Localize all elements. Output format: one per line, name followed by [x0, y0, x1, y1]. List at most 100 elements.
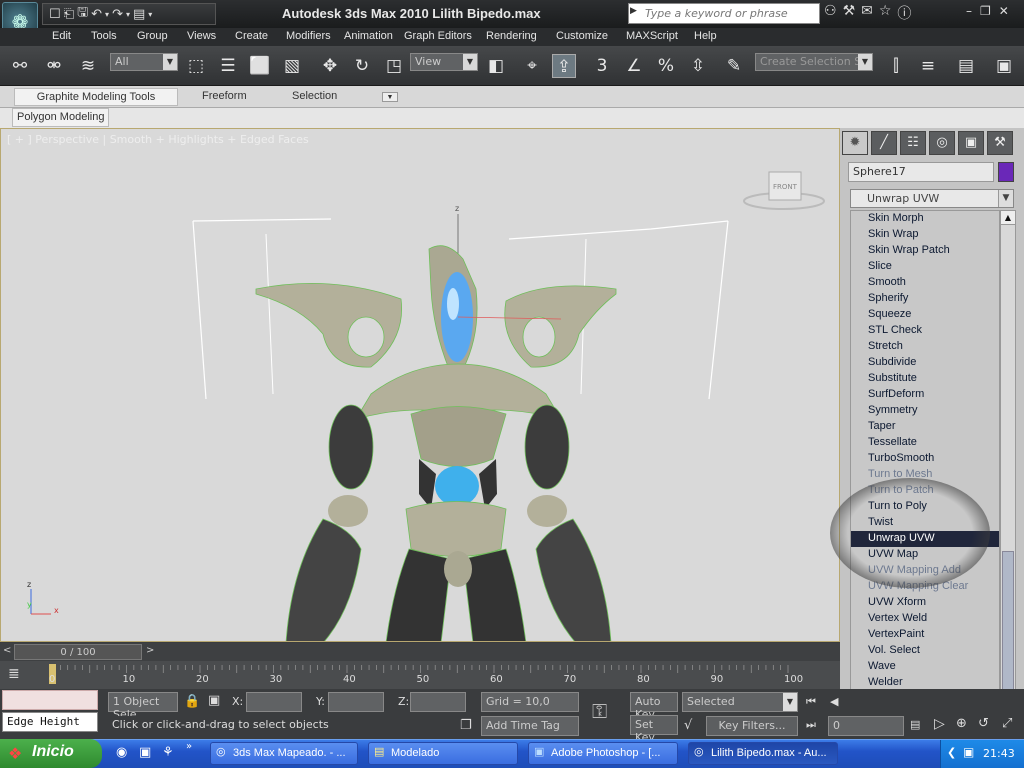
spinner-snap-icon[interactable]: ⇳: [686, 54, 710, 78]
project-folder-icon[interactable]: ▤: [133, 7, 145, 22]
reference-coordinate-dropdown[interactable]: View ▼: [410, 53, 478, 71]
open-file-icon[interactable]: ⎗: [64, 7, 74, 22]
menu-rendering[interactable]: Rendering: [486, 30, 537, 42]
modifier-list-item[interactable]: Skin Wrap: [851, 227, 999, 243]
previous-frame-icon[interactable]: ◀: [830, 695, 838, 708]
x-coordinate-field[interactable]: [246, 692, 302, 712]
tab-freeform[interactable]: Freeform: [194, 88, 255, 106]
modifier-list-item[interactable]: UVW Mapping Add: [851, 563, 999, 579]
menu-animation[interactable]: Animation: [344, 30, 393, 42]
modifier-list-item[interactable]: Turn to Mesh: [851, 467, 999, 483]
binoculars-icon[interactable]: ⚇: [824, 3, 837, 23]
select-and-manipulate-icon[interactable]: ⌖: [520, 54, 544, 78]
modifier-list-item[interactable]: Vertex Weld: [851, 611, 999, 627]
help-icon[interactable]: ⓘ: [897, 3, 911, 23]
menu-views[interactable]: Views: [187, 30, 216, 42]
graphite-toggle-icon[interactable]: ▣: [992, 54, 1016, 78]
modifier-list-item[interactable]: UVW Map: [851, 547, 999, 563]
zoom-icon[interactable]: ⊕: [956, 716, 967, 731]
keyboard-shortcut-override-icon[interactable]: ⇪: [552, 54, 576, 78]
save-icon[interactable]: 🖫: [77, 3, 88, 25]
subscription-icon[interactable]: ⚒: [843, 3, 856, 23]
modifier-list-item[interactable]: Skin Wrap Patch: [851, 243, 999, 259]
set-key-key-icon[interactable]: ⚿: [592, 699, 607, 723]
selection-lock-icon[interactable]: 🔒: [184, 694, 200, 709]
photoshop-quicklaunch-icon[interactable]: ▣: [139, 745, 151, 760]
object-name-field[interactable]: Sphere17: [848, 162, 994, 182]
modifier-list-item[interactable]: VertexPaint: [851, 627, 999, 643]
undo-dropdown-icon[interactable]: ▾: [105, 10, 109, 19]
orbit-icon[interactable]: ↺: [978, 716, 989, 731]
pivot-center-icon[interactable]: ◧: [484, 54, 508, 78]
modifier-list-item[interactable]: Squeeze: [851, 307, 999, 323]
select-object-icon[interactable]: ⬚: [184, 54, 208, 78]
modifier-list-item[interactable]: Turn to Patch: [851, 483, 999, 499]
modifier-list-item[interactable]: STL Check: [851, 323, 999, 339]
redo-dropdown-icon[interactable]: ▾: [126, 10, 130, 19]
menu-modifiers[interactable]: Modifiers: [286, 30, 331, 42]
modifier-list-item[interactable]: Substitute: [851, 371, 999, 387]
window-crossing-icon[interactable]: ▧: [280, 54, 304, 78]
favorites-star-icon[interactable]: ☆: [879, 3, 892, 23]
messenger-icon[interactable]: ⚘: [162, 745, 174, 760]
menu-edit[interactable]: Edit: [52, 30, 71, 42]
set-key-button[interactable]: Set Key: [630, 715, 678, 744]
modifier-list-scrollbar[interactable]: ▲ ▼: [1000, 210, 1016, 708]
modifier-list-item[interactable]: Wave: [851, 659, 999, 675]
modifier-list-item[interactable]: Skin Morph: [851, 211, 999, 227]
hierarchy-tab-icon[interactable]: ☷: [900, 131, 926, 155]
qa-customize-dropdown-icon[interactable]: ▾: [148, 10, 152, 19]
restore-icon[interactable]: ❐: [980, 4, 991, 18]
search-input[interactable]: Type a keyword or phrase: [628, 3, 820, 24]
search-expand-icon[interactable]: ▶: [630, 6, 637, 16]
snaps-toggle-icon[interactable]: 3: [590, 54, 614, 78]
create-tab-icon[interactable]: ✹: [842, 131, 868, 155]
bind-to-space-warp-icon[interactable]: ≋: [76, 54, 100, 78]
tray-expand-icon[interactable]: ❮: [947, 746, 956, 759]
menu-create[interactable]: Create: [235, 30, 268, 42]
key-filters-button[interactable]: Key Filters...: [706, 716, 798, 736]
menu-customize[interactable]: Customize: [556, 30, 608, 42]
object-color-swatch[interactable]: [998, 162, 1014, 182]
maxscript-listener-pink[interactable]: [2, 690, 98, 710]
layer-manager-icon[interactable]: ▤: [954, 54, 978, 78]
modifier-list-item[interactable]: Spherify: [851, 291, 999, 307]
angle-snap-icon[interactable]: ∠: [622, 54, 646, 78]
time-configuration-icon[interactable]: ▤: [910, 718, 920, 731]
redo-icon[interactable]: ↷: [112, 7, 123, 22]
modify-tab-icon[interactable]: ╱: [871, 131, 897, 155]
menu-tools[interactable]: Tools: [91, 30, 117, 42]
utilities-tab-icon[interactable]: ⚒: [987, 131, 1013, 155]
select-and-scale-icon[interactable]: ◳: [382, 54, 406, 78]
menu-maxscript[interactable]: MAXScript: [626, 30, 678, 42]
current-frame-field[interactable]: 0: [828, 716, 904, 736]
modifier-list-item[interactable]: UVW Mapping Clear: [851, 579, 999, 595]
communication-center-icon[interactable]: ✉: [861, 3, 873, 23]
close-icon[interactable]: ✕: [999, 4, 1009, 18]
modifier-list-item[interactable]: Slice: [851, 259, 999, 275]
undo-icon[interactable]: ↶: [91, 7, 102, 22]
unlink-selection-icon[interactable]: ⚮: [42, 54, 66, 78]
percent-snap-icon[interactable]: %: [654, 54, 678, 78]
new-file-icon[interactable]: ☐: [49, 7, 61, 22]
auto-key-button[interactable]: Auto Key: [630, 692, 678, 721]
default-in-out-tangents-icon[interactable]: √: [684, 718, 692, 733]
minimize-icon[interactable]: –: [966, 4, 972, 18]
modifier-list-item[interactable]: Unwrap UVW: [851, 531, 999, 547]
menu-help[interactable]: Help: [694, 30, 717, 42]
modifier-list-item[interactable]: Taper: [851, 419, 999, 435]
modifier-list-item[interactable]: Stretch: [851, 339, 999, 355]
menu-group[interactable]: Group: [137, 30, 168, 42]
time-prev-icon[interactable]: <: [3, 645, 11, 656]
align-icon[interactable]: ≡: [916, 54, 940, 78]
time-next-icon[interactable]: >: [146, 645, 154, 656]
rectangular-selection-icon[interactable]: ⬜: [248, 54, 272, 78]
modifier-list-item[interactable]: Turn to Poly: [851, 499, 999, 515]
maxscript-mini-listener[interactable]: Edge Height: [2, 712, 98, 732]
z-coordinate-field[interactable]: [410, 692, 466, 712]
select-and-link-icon[interactable]: ⚯: [8, 54, 32, 78]
modifier-list-item[interactable]: Subdivide: [851, 355, 999, 371]
mirror-icon[interactable]: ⫿: [884, 54, 908, 78]
modifier-list-item[interactable]: Tessellate: [851, 435, 999, 451]
select-by-name-icon[interactable]: ☰: [216, 54, 240, 78]
